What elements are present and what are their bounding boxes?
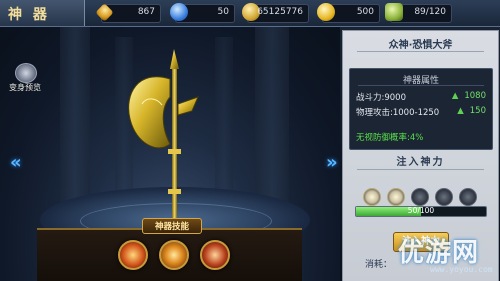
resource-diamond: 867 xyxy=(95,3,161,23)
slash-skill-icon[interactable] xyxy=(200,240,230,270)
page-title: 神 器 xyxy=(8,7,50,23)
great-axe-artifact[interactable] xyxy=(118,49,238,239)
resource-ingot-value: 500 xyxy=(356,7,374,17)
up-arrow-icon: ▲ xyxy=(451,91,459,101)
fire-skill-icon[interactable] xyxy=(118,240,148,270)
resource-gem-value: 50 xyxy=(217,7,229,17)
attribute-box: 神器属性 战斗力:9000 ▲ 1080 物理攻击:1000-1250 ▲ 150 … xyxy=(349,68,493,150)
ring-skill-icon[interactable] xyxy=(159,240,189,270)
artifact-skill-tab[interactable]: 神器技能 xyxy=(142,218,202,234)
power-slot-icon xyxy=(459,188,477,206)
site-watermark: 优游网 www.yoyou.com xyxy=(390,232,498,280)
top-bar: 神 器 867 50 65125776 500 89/120 xyxy=(0,0,500,27)
power-slot-icon xyxy=(435,188,453,206)
blue-gem-icon xyxy=(170,3,188,21)
inject-progress-bar: 50/100 xyxy=(355,206,487,217)
attr-physical-attack: 物理攻击:1000-1250 xyxy=(356,108,440,118)
resource-diamond-value: 867 xyxy=(137,7,155,17)
previous-artifact-arrow[interactable]: « xyxy=(10,152,22,173)
resource-bag-value: 89/120 xyxy=(414,7,446,17)
watermark-logo: 优游网 xyxy=(398,238,480,268)
inject-power-title: 注入神力 xyxy=(396,157,445,168)
attr-physical-attack-increase: ▲ 150 xyxy=(457,106,486,116)
artifact-skill-tab-label: 神器技能 xyxy=(154,222,189,232)
resource-gem: 50 xyxy=(170,3,235,23)
helmet-icon xyxy=(15,63,37,83)
transform-preview-button[interactable]: 变身预览 xyxy=(3,63,47,93)
power-slot-icon xyxy=(363,188,381,206)
attr-ignore-defense: 无视防御概率:4% xyxy=(356,133,424,143)
gold-ingot-icon xyxy=(317,3,335,21)
attr-physical-attack-increase-value: 150 xyxy=(469,106,486,116)
attr-combat-power: 战斗力:9000 xyxy=(356,93,406,103)
divider xyxy=(357,51,484,52)
attr-combat-power-increase: ▲ 1080 xyxy=(452,91,486,101)
resource-bag: 89/120 xyxy=(385,3,452,23)
game-screen: 神 器 867 50 65125776 500 89/120 变身预览 « » … xyxy=(0,0,500,281)
bag-capacity-icon xyxy=(385,3,403,21)
cost-label: 消耗： xyxy=(365,260,393,270)
up-arrow-icon: ▲ xyxy=(457,106,464,116)
watermark-url: www.yoyou.com xyxy=(430,265,493,274)
divider xyxy=(358,85,484,86)
divider xyxy=(357,169,484,170)
resource-gold: 65125776 xyxy=(242,3,309,23)
weapon-name: 众神·恐惧大斧 xyxy=(388,40,453,51)
next-artifact-arrow[interactable]: » xyxy=(326,152,338,173)
inject-progress-text: 50/100 xyxy=(407,206,435,215)
diamond-icon xyxy=(95,3,114,22)
resource-ingot: 500 xyxy=(317,3,380,23)
resource-gold-value: 65125776 xyxy=(257,7,303,17)
power-slot-icon xyxy=(387,188,405,206)
title-plate: 神 器 xyxy=(0,0,85,26)
transform-preview-label: 变身预览 xyxy=(9,83,41,92)
attr-combat-power-increase-value: 1080 xyxy=(464,91,486,101)
power-slot-icon xyxy=(411,188,429,206)
